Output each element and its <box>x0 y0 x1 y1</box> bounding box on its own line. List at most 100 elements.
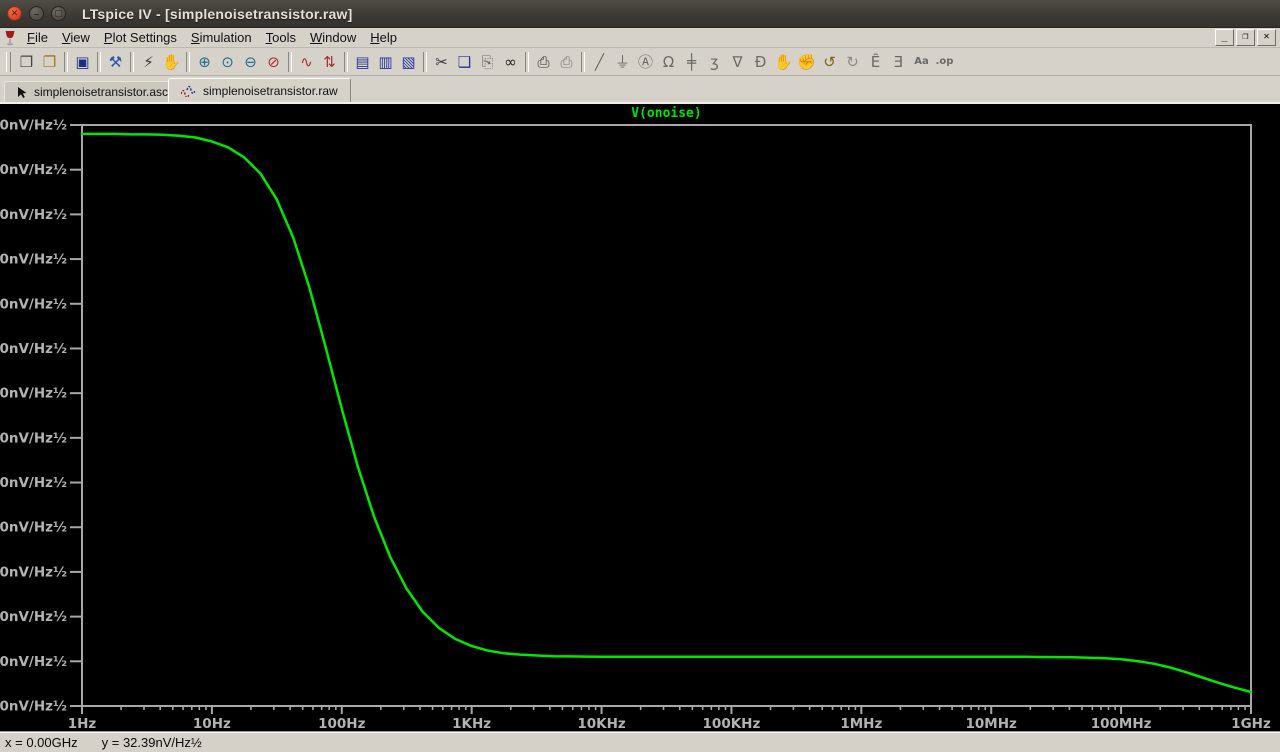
window-close-icon[interactable]: ✕ <box>7 6 22 21</box>
copy-icon[interactable]: ❑ <box>453 50 476 74</box>
toolbar-separator <box>423 52 427 72</box>
menu-window[interactable]: Window <box>303 29 363 46</box>
tab-label: simplenoisetransistor.asc <box>34 85 168 99</box>
mdi-window-controls: _ ❐ ✕ <box>1215 29 1280 46</box>
capacitor-icon[interactable]: ╪ <box>680 50 703 74</box>
mdi-restore-icon[interactable]: ❐ <box>1236 29 1255 46</box>
mdi-close-icon[interactable]: ✕ <box>1257 29 1276 46</box>
tab-waveform[interactable]: simplenoisetransistor.raw <box>168 78 351 102</box>
noise-plot[interactable]: 0nV/Hz½10nV/Hz½20nV/Hz½30nV/Hz½40nV/Hz½5… <box>0 104 1280 731</box>
ltspice-window: ✕ – ▢ LTspice IV - [simplenoisetransisto… <box>0 0 1280 752</box>
zoom-out-icon[interactable]: ⊖ <box>239 50 262 74</box>
tab-label: simplenoisetransistor.raw <box>203 84 338 98</box>
cursor-x-readout: x = 0.00GHz <box>5 735 78 750</box>
inductor-icon[interactable]: ʒ <box>703 50 726 74</box>
wine-app-icon <box>4 30 16 46</box>
x-tick-label: 1Hz <box>68 716 97 731</box>
drag-icon[interactable]: ✊ <box>795 50 818 74</box>
plot-border <box>82 125 1251 706</box>
mdi-minimize-icon[interactable]: _ <box>1215 29 1234 46</box>
text-icon[interactable]: Aa <box>910 50 933 74</box>
waveform-icon <box>181 85 197 97</box>
y-tick-label: 80nV/Hz½ <box>0 341 67 357</box>
menu-tools[interactable]: Tools <box>259 29 303 46</box>
y-tick-label: 60nV/Hz½ <box>0 430 67 446</box>
resistor-icon[interactable]: Ω <box>657 50 680 74</box>
run-icon[interactable]: ⚡ <box>137 50 160 74</box>
x-tick-label: 1GHz <box>1231 716 1271 731</box>
open-file-icon[interactable]: ❐ <box>38 50 61 74</box>
noise-trace[interactable] <box>82 134 1251 692</box>
tab-schematic[interactable]: simplenoisetransistor.asc <box>4 81 181 102</box>
y-tick-label: 90nV/Hz½ <box>0 296 67 312</box>
y-tick-label: 20nV/Hz½ <box>0 609 67 625</box>
find-icon[interactable]: ∞ <box>499 50 522 74</box>
tile-vertical-icon[interactable]: ▥ <box>374 50 397 74</box>
toolbar-grip <box>6 52 11 72</box>
menu-bar: FileViewPlot SettingsSimulationToolsWind… <box>0 28 1280 48</box>
x-tick-label: 10MHz <box>966 716 1018 731</box>
x-tick-label: 10Hz <box>193 716 231 731</box>
x-tick-label: 10KHz <box>577 716 626 731</box>
control-panel-icon[interactable]: ⚒ <box>104 50 127 74</box>
menu-help[interactable]: Help <box>363 29 404 46</box>
x-tick-label: 1KHz <box>452 716 491 731</box>
wire-icon[interactable]: ╱ <box>588 50 611 74</box>
y-tick-label: 120nV/Hz½ <box>0 162 67 178</box>
toolbar-separator <box>581 52 585 72</box>
move-icon[interactable]: ✋ <box>772 50 795 74</box>
toolbar-separator <box>97 52 101 72</box>
tile-horizontal-icon[interactable]: ▤ <box>351 50 374 74</box>
mirror-icon[interactable]: Ǝ <box>887 50 910 74</box>
save-icon[interactable]: ▣ <box>71 50 94 74</box>
toolbar-separator <box>525 52 529 72</box>
redo-icon[interactable]: ↻ <box>841 50 864 74</box>
zoom-in-icon[interactable]: ⊕ <box>193 50 216 74</box>
diode-icon[interactable]: ∇ <box>726 50 749 74</box>
window-minimize-icon[interactable]: – <box>29 6 44 21</box>
undo-icon[interactable]: ↺ <box>818 50 841 74</box>
autorange-y-icon[interactable]: ∿ <box>295 50 318 74</box>
rotate-icon[interactable]: Ȇ <box>864 50 887 74</box>
tab-bar: simplenoisetransistor.asc simplenoisetra… <box>0 76 1280 104</box>
toolbar-separator <box>344 52 348 72</box>
label-net-icon[interactable]: Ⓐ <box>634 50 657 74</box>
waveform-viewer[interactable]: V(onoise) 0nV/Hz½10nV/Hz½20nV/Hz½30nV/Hz… <box>0 104 1280 731</box>
menu-simulation[interactable]: Simulation <box>184 29 259 46</box>
cascade-windows-icon[interactable]: ▧ <box>397 50 420 74</box>
menu-file[interactable]: File <box>20 29 55 46</box>
toolbar-separator <box>186 52 190 72</box>
window-maximize-icon[interactable]: ▢ <box>51 6 66 21</box>
toolbar-separator <box>288 52 292 72</box>
cursor-y-readout: y = 32.39nV/Hz½ <box>102 735 202 750</box>
title-bar: ✕ – ▢ LTspice IV - [simplenoisetransisto… <box>0 0 1280 28</box>
new-plot-icon[interactable]: ❒ <box>15 50 38 74</box>
zoom-back-icon[interactable]: ⊙ <box>216 50 239 74</box>
menu-plot-settings[interactable]: Plot Settings <box>97 29 184 46</box>
x-tick-label: 100MHz <box>1091 716 1152 731</box>
y-tick-label: 110nV/Hz½ <box>0 207 67 223</box>
spice-directive-icon[interactable]: .op <box>933 50 956 74</box>
cut-icon[interactable]: ✂ <box>430 50 453 74</box>
halt-icon[interactable]: ✋ <box>160 50 183 74</box>
toolbar: ❒❐▣⚒⚡✋⊕⊙⊖⊘∿⇅▤▥▧✂❑⎘∞⎙⎙╱⏚ⒶΩ╪ʒ∇Ð✋✊↺↻ȆƎAa.op <box>0 48 1280 76</box>
window-title: LTspice IV - [simplenoisetransistor.raw] <box>82 6 352 22</box>
component-icon[interactable]: Ð <box>749 50 772 74</box>
paste-icon[interactable]: ⎘ <box>476 50 499 74</box>
plot-settings-icon[interactable]: ⇅ <box>318 50 341 74</box>
x-tick-label: 100Hz <box>318 716 365 731</box>
y-tick-label: 0nV/Hz½ <box>0 699 67 715</box>
toolbar-separator <box>130 52 134 72</box>
print-preview-icon[interactable]: ⎙ <box>555 50 578 74</box>
schematic-cursor-icon <box>17 86 28 99</box>
y-tick-label: 70nV/Hz½ <box>0 386 67 402</box>
menu-view[interactable]: View <box>55 29 97 46</box>
y-tick-label: 40nV/Hz½ <box>0 520 67 536</box>
x-tick-label: 1MHz <box>840 716 882 731</box>
y-tick-label: 130nV/Hz½ <box>0 118 67 134</box>
zoom-full-extents-icon[interactable]: ⊘ <box>262 50 285 74</box>
status-bar: x = 0.00GHz y = 32.39nV/Hz½ <box>0 731 1280 752</box>
ground-icon[interactable]: ⏚ <box>611 50 634 74</box>
y-tick-label: 100nV/Hz½ <box>0 252 67 268</box>
print-icon[interactable]: ⎙ <box>532 50 555 74</box>
